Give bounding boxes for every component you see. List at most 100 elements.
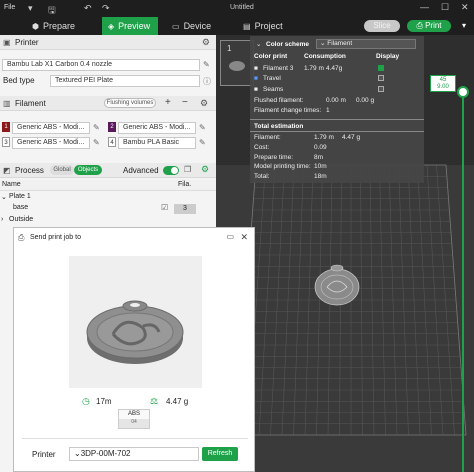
layer-slider-handle[interactable] <box>457 86 469 98</box>
print-button[interactable]: ⎙ Print <box>407 20 451 32</box>
toggle-icon[interactable]: ⌄ <box>256 40 261 48</box>
tab-preview[interactable]: ◈ Preview <box>102 17 158 35</box>
info-icon[interactable]: ⓘ <box>203 76 211 87</box>
advanced-switch[interactable] <box>163 166 179 175</box>
print-weight: 4.47 g <box>166 397 189 406</box>
filament-tag-slot: 04 <box>131 419 137 425</box>
tab-preview-label: Preview <box>118 21 151 31</box>
edit-icon[interactable]: ☑ <box>161 203 168 212</box>
objects-toggle[interactable]: Objects <box>74 165 102 175</box>
table-row[interactable]: › Outside <box>0 215 216 226</box>
dialog-title: Send print job to <box>30 234 81 241</box>
printer-select[interactable]: ⌄3DP-00M-702 <box>69 447 199 461</box>
chevron-down-icon[interactable]: ▾ <box>458 20 470 32</box>
tab-device-label: Device <box>183 21 212 31</box>
display-checkbox[interactable] <box>378 75 384 81</box>
display-checkbox[interactable] <box>378 65 384 71</box>
print-icon: ⎙ <box>416 21 426 30</box>
close-icon[interactable]: ✕ <box>240 232 248 243</box>
print-label: Print <box>425 21 442 30</box>
col-consumption: Consumption <box>304 53 346 60</box>
col-color-print: Color print <box>254 53 288 60</box>
edit-icon[interactable]: ✎ <box>203 60 210 69</box>
color-scheme-label: Color scheme <box>266 41 309 48</box>
changes-value: 1 <box>326 107 330 114</box>
edit-icon[interactable]: ✎ <box>93 123 100 132</box>
flushed-length: 0.00 m <box>326 97 346 104</box>
filament-slot-select[interactable]: Generic ABS - Modi... <box>12 137 90 149</box>
window-icon[interactable]: ▭ <box>226 232 234 241</box>
settings-icon[interactable]: ⚙ <box>201 164 209 175</box>
filament-slot-select[interactable]: Generic ABS - Modi... <box>118 122 196 134</box>
table-row[interactable]: base ☑ 3 <box>0 203 216 215</box>
tab-project[interactable]: ▤ Project <box>243 17 303 35</box>
gear-icon[interactable]: ⚙ <box>200 98 208 109</box>
filament-slot-number[interactable]: 3 <box>2 137 10 147</box>
send-print-dialog: ⎙ Send print job to ▭ ✕ ◷ 17m ⚖ 4.47 g A… <box>13 227 255 472</box>
undo-icon[interactable]: ↶ <box>84 3 92 14</box>
expand-icon[interactable]: ⌄ <box>1 193 7 201</box>
edit-icon[interactable]: ✎ <box>199 123 206 132</box>
filament-slot-number[interactable]: 1 <box>2 122 10 132</box>
layer-height: 9.00 <box>437 84 449 90</box>
flushing-volumes-button[interactable]: Flushing volumes <box>104 98 156 108</box>
travel-swatch: ■ <box>254 75 258 82</box>
process-section-header: ◩ Process Global Objects Advanced ❐ ⚙ <box>0 163 216 178</box>
expand-icon[interactable]: › <box>1 216 3 223</box>
global-toggle[interactable]: Global <box>50 165 74 175</box>
layer-slider-track[interactable] <box>462 92 464 472</box>
col-filament: Fila. <box>178 181 192 188</box>
print-time: 17m <box>96 397 112 406</box>
display-checkbox[interactable] <box>378 86 384 92</box>
row-name: base <box>13 204 29 211</box>
tab-device[interactable]: ▭ Device <box>172 17 228 35</box>
model-thumbnail-icon <box>229 61 245 71</box>
spool-icon: ▥ <box>3 99 11 108</box>
maximize-icon[interactable]: ☐ <box>441 2 449 13</box>
advanced-label: Advanced <box>123 166 159 175</box>
legend-panel: ⌄ Color scheme ⌄ Filament Color print Co… <box>250 36 424 183</box>
printer-icon: ⎙ <box>18 233 25 242</box>
total-value: 18m <box>314 173 327 180</box>
minimize-icon[interactable]: — <box>420 2 429 12</box>
copy-icon[interactable]: ❐ <box>184 165 191 174</box>
gear-icon[interactable]: ⚙ <box>202 37 210 48</box>
plate-thumbnail[interactable]: 1 <box>220 40 254 86</box>
title-bar: File ▾ 🖫 ↶ ↷ Untitled — ☐ ✕ <box>0 0 474 17</box>
edit-icon[interactable]: ✎ <box>93 138 100 147</box>
filament-slot-number[interactable]: 4 <box>108 137 116 147</box>
remove-icon[interactable]: − <box>182 97 188 108</box>
bed-type-select[interactable]: Textured PEI Plate <box>50 75 200 87</box>
row-filament[interactable]: 3 <box>174 204 196 214</box>
edit-icon[interactable]: ✎ <box>199 138 206 147</box>
printer-select-value: 3DP-00M-702 <box>80 449 131 458</box>
slice-button[interactable]: Slice <box>364 20 400 32</box>
printer-select[interactable]: Bambu Lab X1 Carbon 0.4 nozzle <box>2 59 200 71</box>
add-icon[interactable]: + <box>165 97 171 108</box>
file-menu[interactable]: File <box>4 4 15 11</box>
tab-prepare[interactable]: ⬢ Prepare <box>32 17 102 35</box>
monitor-icon: ▭ <box>172 22 180 31</box>
filament-slot-number[interactable]: 2 <box>108 122 116 132</box>
refresh-button[interactable]: Refresh <box>202 447 238 461</box>
col-display: Display <box>376 53 400 60</box>
color-scheme-select[interactable]: ⌄ Filament <box>316 39 416 49</box>
close-icon[interactable]: ✕ <box>461 2 469 13</box>
window-title: Untitled <box>230 4 254 11</box>
filament-slot-select[interactable]: Bambu PLA Basic <box>118 137 196 149</box>
process-icon: ◩ <box>3 166 11 175</box>
filament-slot-label: Bambu PLA Basic <box>123 139 180 146</box>
row-name: Plate 1 <box>9 193 31 200</box>
model-preview <box>69 256 202 388</box>
flushed-weight: 0.00 g <box>356 97 375 104</box>
total-label: Total: <box>254 173 270 180</box>
tab-prepare-label: Prepare <box>42 21 76 31</box>
total-label: Cost: <box>254 144 270 151</box>
redo-icon[interactable]: ↷ <box>102 3 110 14</box>
printer-label: Printer <box>32 450 56 459</box>
filament-slot-label: Generic ABS - Modi... <box>17 124 85 131</box>
col-name: Name <box>2 181 21 188</box>
filament-slot-select[interactable]: Generic ABS - Modi... <box>12 122 90 134</box>
table-row[interactable]: ⌄ Plate 1 <box>0 192 216 203</box>
legend-item-name: Travel <box>263 75 281 82</box>
